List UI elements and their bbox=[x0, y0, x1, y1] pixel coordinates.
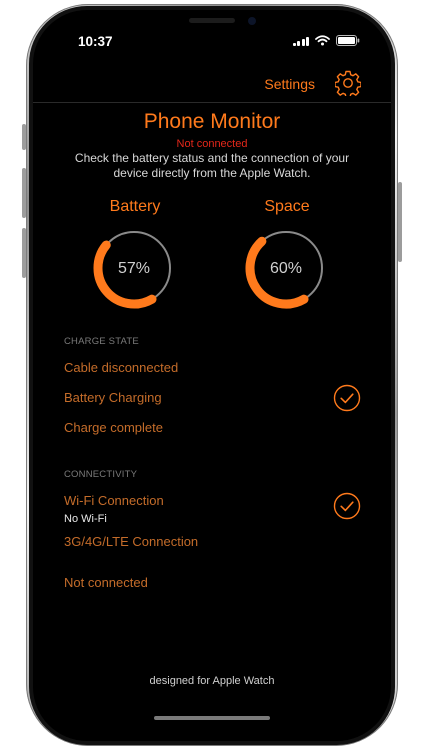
charge-state-header: CHARGE STATE bbox=[64, 336, 139, 347]
space-gauge-value: 60% bbox=[269, 260, 303, 277]
charge-complete-row: Charge complete bbox=[64, 420, 163, 435]
notch bbox=[128, 10, 296, 38]
app-title: Phone Monitor bbox=[143, 110, 281, 133]
status-time: 10:37 bbox=[78, 34, 113, 49]
gear-icon[interactable] bbox=[335, 70, 361, 96]
wifi-status-text: No Wi-Fi bbox=[64, 513, 107, 525]
battery-gauge-value: 57% bbox=[117, 260, 151, 277]
wifi-connection-row: Wi-Fi Connection bbox=[64, 493, 164, 508]
battery-icon bbox=[336, 35, 360, 46]
connectivity-header: CONNECTIVITY bbox=[64, 469, 138, 480]
connection-status: Not connected bbox=[176, 138, 248, 150]
footer-text: designed for Apple Watch bbox=[149, 675, 275, 687]
cable-disconnected-row: Cable disconnected bbox=[64, 360, 179, 375]
wifi-icon bbox=[315, 35, 330, 46]
home-indicator[interactable] bbox=[154, 716, 270, 720]
speaker-grille bbox=[189, 18, 235, 23]
cellular-connection-row: 3G/4G/LTE Connection bbox=[64, 534, 199, 549]
battery-gauge-label: Battery bbox=[109, 198, 161, 215]
nav-bar: Settings bbox=[33, 62, 391, 103]
battery-charging-row: Battery Charging bbox=[64, 390, 162, 405]
cellular-signal-icon bbox=[292, 36, 309, 46]
mute-switch bbox=[22, 124, 26, 150]
battery-charging-check-icon bbox=[333, 384, 361, 412]
wifi-connection-check-icon bbox=[333, 492, 361, 520]
phone-screen: 10:37 Settings Phone Monitor Not connect… bbox=[33, 10, 391, 741]
not-connected-row: Not connected bbox=[64, 575, 148, 590]
status-icons bbox=[292, 35, 361, 46]
power-button bbox=[398, 182, 402, 262]
app-description: Check the battery status and the connect… bbox=[74, 151, 350, 180]
front-camera bbox=[248, 17, 256, 25]
settings-link[interactable]: Settings bbox=[264, 76, 315, 92]
volume-up-button bbox=[22, 168, 26, 218]
volume-down-button bbox=[22, 228, 26, 278]
space-gauge-label: Space bbox=[264, 198, 310, 215]
